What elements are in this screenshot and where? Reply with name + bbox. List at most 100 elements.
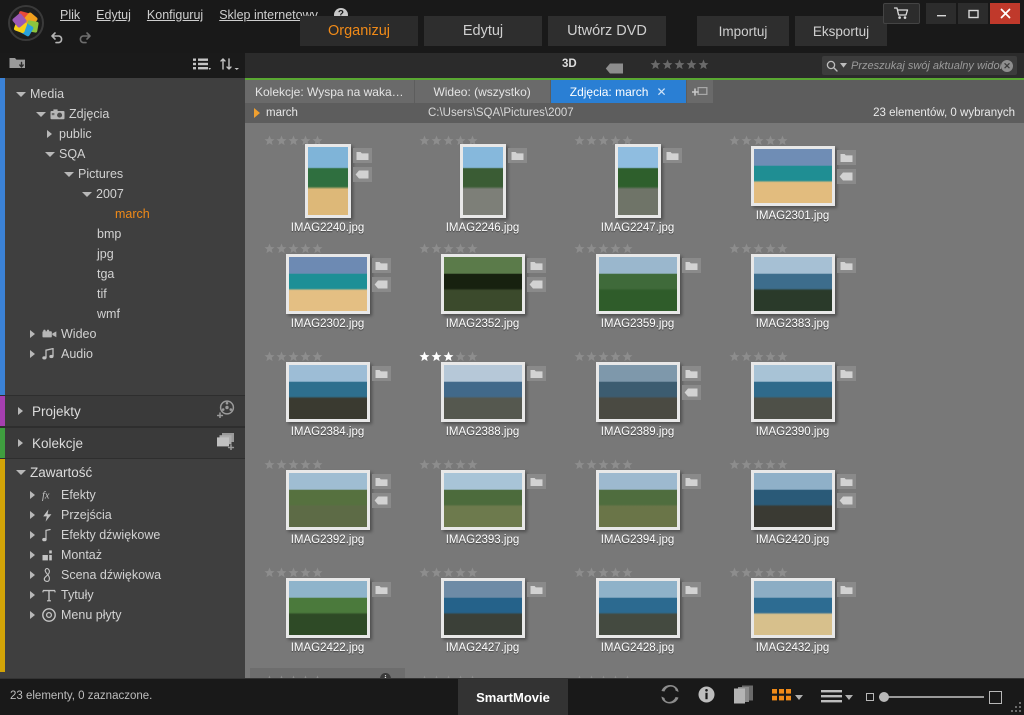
rating-star[interactable] <box>443 241 454 254</box>
rating-star[interactable] <box>765 133 776 146</box>
thumbnail-image-wrap[interactable] <box>440 362 546 422</box>
menu-item-plik[interactable]: Plik <box>52 6 88 24</box>
rating-star[interactable] <box>586 349 597 362</box>
folder-badge-icon[interactable] <box>371 366 391 381</box>
toggle-3d-button[interactable]: 3D <box>562 58 577 70</box>
sidebar-item-public[interactable]: public <box>0 124 245 144</box>
triangle-down-icon[interactable] <box>45 150 55 159</box>
thumbnail-image[interactable] <box>750 362 835 422</box>
rating-star[interactable] <box>419 565 430 578</box>
stack-icon[interactable] <box>733 685 754 709</box>
flag-tag-icon[interactable] <box>605 61 624 74</box>
thumbnail-cell[interactable]: IMAG2464.jpg <box>560 668 715 678</box>
rating-star[interactable] <box>765 349 776 362</box>
rating-star[interactable] <box>431 565 442 578</box>
thumbnail-image-wrap[interactable] <box>304 144 372 218</box>
thumbnail-cell[interactable]: IMAG2390.jpg <box>715 344 870 452</box>
rating-star[interactable] <box>264 349 275 362</box>
grid-view-icon[interactable] <box>772 689 803 705</box>
list-view-icon[interactable] <box>193 57 211 75</box>
rating-star[interactable] <box>610 241 621 254</box>
chevron-down-icon[interactable] <box>845 694 853 700</box>
thumbnail-cell[interactable]: IMAG2388.jpg <box>405 344 560 452</box>
tag-badge-icon[interactable] <box>836 493 856 508</box>
projects-reel-icon[interactable] <box>216 399 236 423</box>
sidebar-item-bmp[interactable]: bmp <box>0 224 245 244</box>
thumbnail-image-wrap[interactable] <box>440 578 546 638</box>
rating-star[interactable] <box>288 241 299 254</box>
rating-star[interactable] <box>586 565 597 578</box>
rating-star[interactable] <box>300 457 311 470</box>
rating-star[interactable] <box>276 349 287 362</box>
rating-star[interactable] <box>741 241 752 254</box>
thumbnail-image[interactable] <box>750 146 835 206</box>
rating-star[interactable] <box>765 565 776 578</box>
triangle-right-icon[interactable] <box>28 490 37 500</box>
rating-star[interactable] <box>777 133 788 146</box>
thumbnail-image-wrap[interactable] <box>440 470 546 530</box>
thumbnail-image-wrap[interactable] <box>595 254 701 314</box>
rating-stars[interactable] <box>560 457 715 470</box>
rating-stars[interactable] <box>250 241 405 254</box>
sidebar-item-efekty-dzwiekowe[interactable]: Efekty dźwiękowe <box>0 525 245 545</box>
thumbnail-cell[interactable]: IMAG2420.jpg <box>715 452 870 560</box>
triangle-down-icon[interactable] <box>82 190 92 199</box>
mode-button-organizuj[interactable]: Organizuj <box>300 16 418 46</box>
rating-stars[interactable] <box>715 565 870 578</box>
rating-star[interactable] <box>431 241 442 254</box>
rating-star[interactable] <box>777 457 788 470</box>
thumbnail-image[interactable] <box>285 470 370 530</box>
rating-star[interactable] <box>753 241 764 254</box>
rating-star[interactable] <box>574 349 585 362</box>
sidebar-item-tga[interactable]: tga <box>0 264 245 284</box>
rating-star[interactable] <box>586 457 597 470</box>
rating-star[interactable] <box>312 241 323 254</box>
rating-filter-stars[interactable] <box>650 59 709 70</box>
rating-star[interactable] <box>574 133 585 146</box>
thumbnail-image-wrap[interactable] <box>750 578 856 638</box>
thumbnail-cell[interactable]: IMAG2240.jpg <box>250 128 405 236</box>
rating-star[interactable] <box>622 457 633 470</box>
add-tab-icon[interactable] <box>686 80 713 103</box>
folder-badge-icon[interactable] <box>526 258 546 273</box>
folder-badge-icon[interactable] <box>836 474 856 489</box>
triangle-right-icon[interactable] <box>28 530 37 540</box>
rating-star[interactable] <box>288 565 299 578</box>
rating-star[interactable] <box>622 241 633 254</box>
rating-star[interactable] <box>467 457 478 470</box>
rating-star[interactable] <box>574 565 585 578</box>
rating-star[interactable] <box>276 565 287 578</box>
close-x-icon[interactable]: ✕ <box>656 85 666 99</box>
sidebar-item-pictures[interactable]: Pictures <box>0 164 245 184</box>
triangle-right-icon[interactable] <box>28 610 37 620</box>
rating-star[interactable] <box>419 241 430 254</box>
thumbnail-image-wrap[interactable] <box>595 470 701 530</box>
thumbnail-cell[interactable]: IMAG2246.jpg <box>405 128 560 236</box>
rating-star[interactable] <box>443 133 454 146</box>
rating-star[interactable] <box>729 241 740 254</box>
thumbnail-image[interactable] <box>440 254 525 314</box>
thumbnail-cell[interactable]: IMAG2438.jpg <box>405 668 560 678</box>
folder-badge-icon[interactable] <box>836 366 856 381</box>
export-button[interactable]: Eksportuj <box>795 16 887 46</box>
rating-star[interactable] <box>729 349 740 362</box>
triangle-down-icon[interactable] <box>16 90 26 99</box>
rating-star[interactable] <box>598 565 609 578</box>
tag-badge-icon[interactable] <box>526 277 546 292</box>
thumbnail-image[interactable] <box>750 254 835 314</box>
rating-star[interactable] <box>419 349 430 362</box>
rating-stars[interactable] <box>405 457 560 470</box>
rating-stars[interactable] <box>715 241 870 254</box>
breadcrumb-folder[interactable]: march <box>266 107 298 119</box>
folder-badge-icon[interactable] <box>681 366 701 381</box>
thumbnail-image-wrap[interactable] <box>750 254 856 314</box>
triangle-right-icon[interactable] <box>28 550 37 560</box>
rating-star[interactable] <box>467 349 478 362</box>
rating-star[interactable] <box>622 349 633 362</box>
rating-star[interactable] <box>264 457 275 470</box>
tag-badge-icon[interactable] <box>371 277 391 292</box>
thumbnail-cell[interactable]: IMAG2432.jpg <box>715 560 870 668</box>
thumbnail-image[interactable] <box>285 362 370 422</box>
thumbnail-image[interactable] <box>750 470 835 530</box>
rating-star[interactable] <box>276 241 287 254</box>
